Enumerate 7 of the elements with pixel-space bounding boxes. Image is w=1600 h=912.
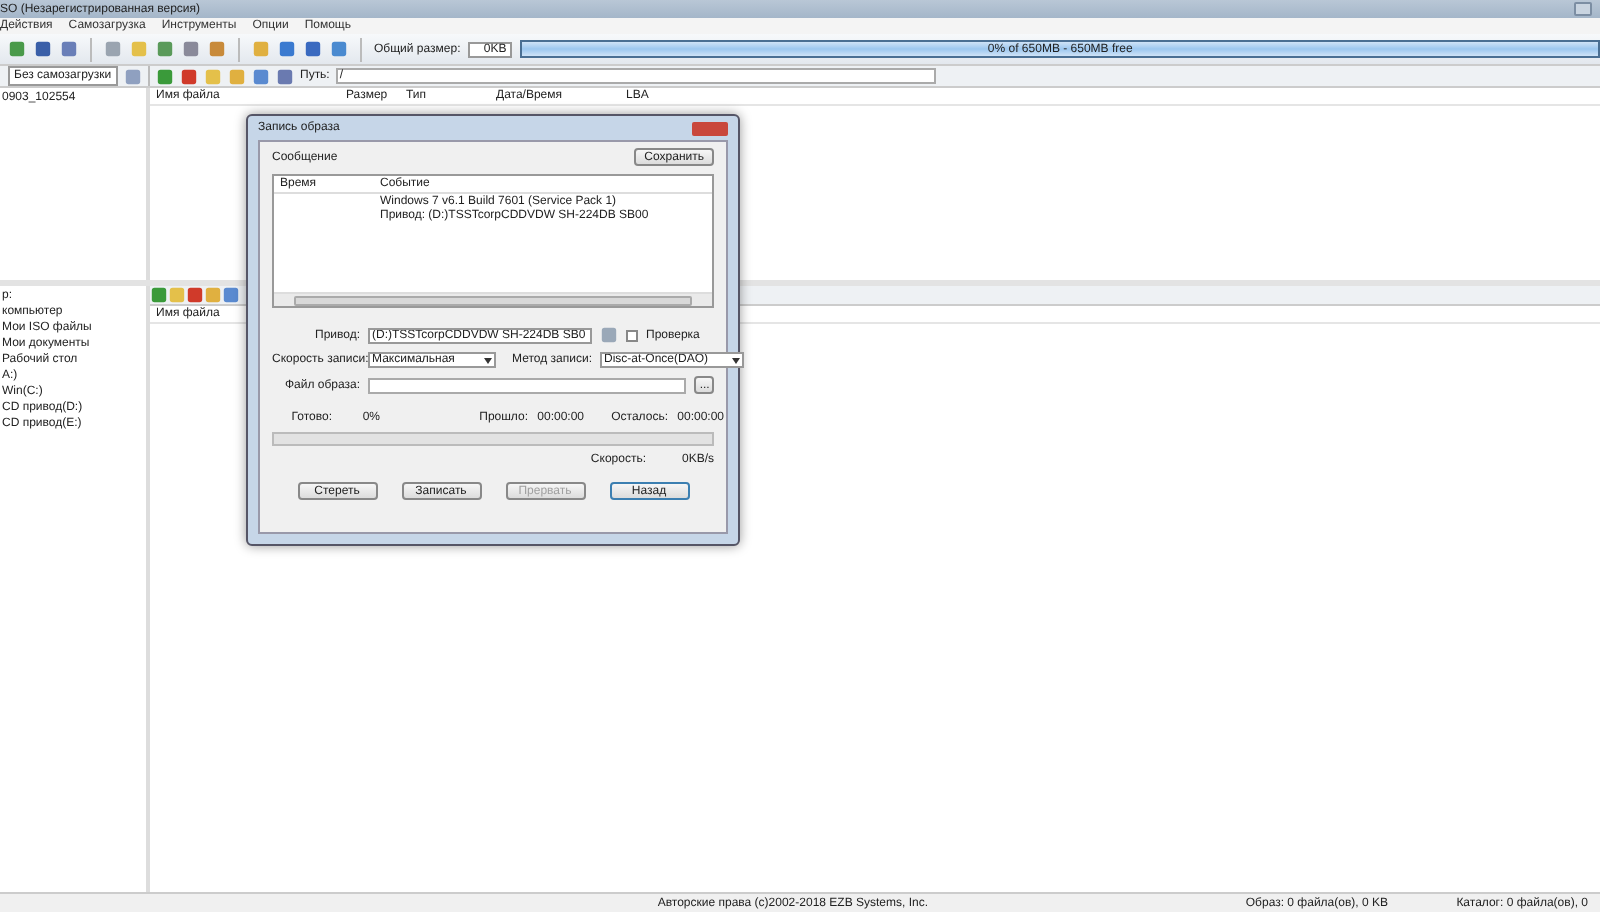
caret-icon <box>484 357 492 363</box>
scrollbar[interactable] <box>274 292 712 306</box>
close-button[interactable] <box>692 121 728 135</box>
minimize-button[interactable] <box>1574 2 1592 16</box>
image-file-field[interactable] <box>368 377 686 393</box>
caret-icon <box>732 357 740 363</box>
verify-checkbox[interactable] <box>626 329 638 341</box>
